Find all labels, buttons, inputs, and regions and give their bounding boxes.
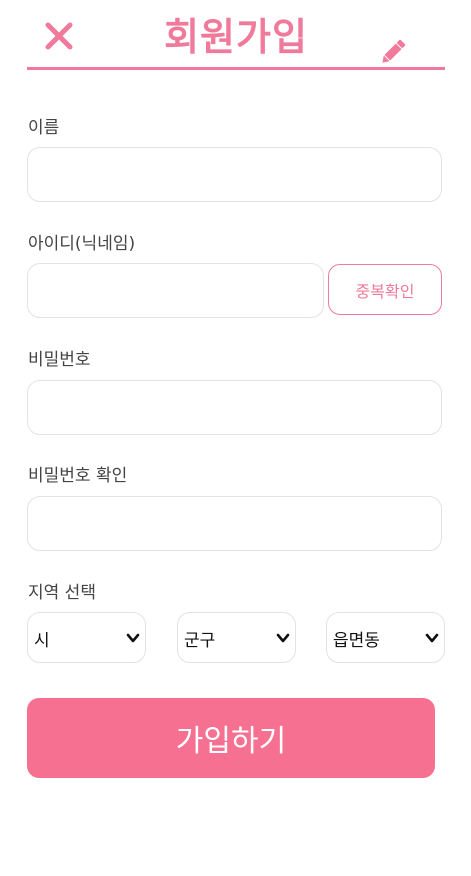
id-label: 아이디(닉네임) (28, 234, 136, 254)
chevron-down-icon (125, 630, 141, 646)
password-label: 비밀번호 (28, 350, 91, 370)
signup-submit-button[interactable]: 가입하기 (27, 698, 435, 778)
name-input[interactable] (27, 147, 442, 202)
city-select-value: 시 (34, 631, 50, 651)
district-select[interactable]: 군구 (177, 612, 296, 663)
id-input[interactable] (27, 263, 324, 318)
header-bar: 회원가입 (27, 10, 445, 70)
password-confirm-input[interactable] (27, 496, 442, 551)
region-label: 지역 선택 (28, 583, 96, 603)
chevron-down-icon (275, 630, 291, 646)
duplicate-check-button[interactable]: 중복확인 (328, 264, 442, 315)
town-select-value: 읍면동 (333, 631, 380, 651)
password-confirm-label: 비밀번호 확인 (28, 466, 128, 486)
district-select-value: 군구 (184, 631, 216, 651)
pencil-icon[interactable] (377, 36, 409, 68)
chevron-down-icon (424, 630, 440, 646)
city-select[interactable]: 시 (27, 612, 146, 663)
name-label: 이름 (28, 118, 60, 138)
town-select[interactable]: 읍면동 (326, 612, 445, 663)
password-input[interactable] (27, 380, 442, 435)
